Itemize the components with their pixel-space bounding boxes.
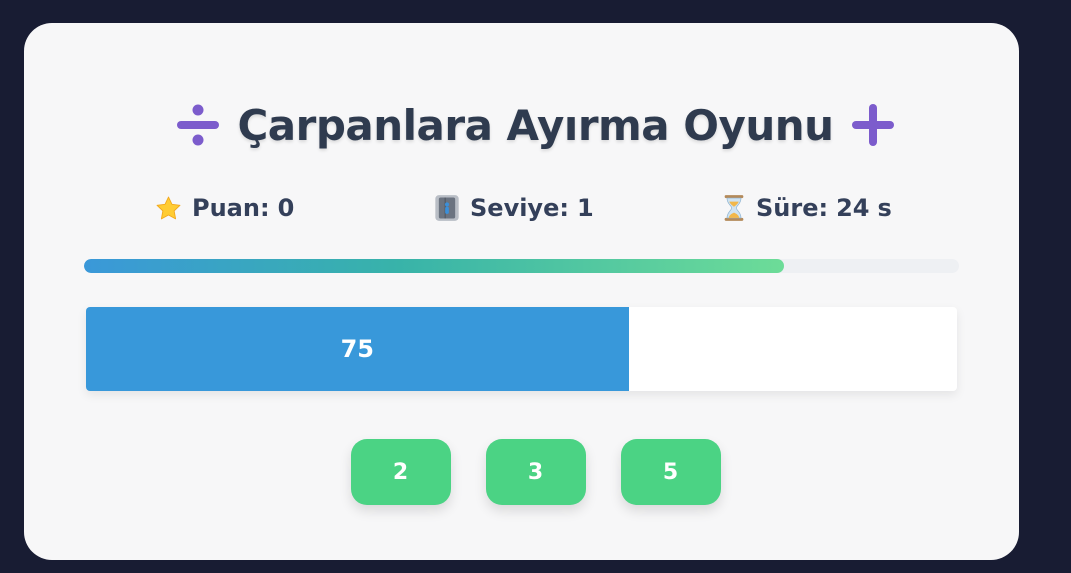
target-number: 75 [340, 335, 375, 363]
plus-icon [850, 102, 896, 148]
divide-icon [175, 102, 221, 148]
level-label: Seviye: [470, 194, 569, 222]
time-label: Süre: [756, 194, 829, 222]
target-number-box: 75 [86, 307, 957, 391]
score-stat: Puan: 0 [155, 190, 294, 226]
title-text: Çarpanlara Ayırma Oyunu [237, 100, 834, 150]
time-progress-fill [84, 259, 784, 273]
hourglass-icon [722, 194, 746, 222]
factor-option-button[interactable]: 2 [350, 439, 451, 505]
factor-option-button[interactable]: 5 [620, 439, 721, 505]
star-icon [155, 195, 182, 222]
score-value: 0 [277, 194, 295, 222]
time-value: 24 [836, 194, 870, 222]
time-stat: Süre: 24 s [722, 190, 892, 226]
factor-option-button[interactable]: 3 [485, 439, 586, 505]
target-number-fill: 75 [86, 307, 629, 391]
score-label: Puan: [192, 194, 270, 222]
factor-options: 235 [0, 439, 1071, 505]
time-unit: s [877, 194, 892, 222]
time-progress-bar [84, 259, 959, 273]
elevator-icon [434, 194, 460, 222]
level-value: 1 [576, 194, 594, 222]
game-title: Çarpanlara Ayırma Oyunu [0, 97, 1071, 153]
level-stat: Seviye: 1 [434, 190, 594, 226]
